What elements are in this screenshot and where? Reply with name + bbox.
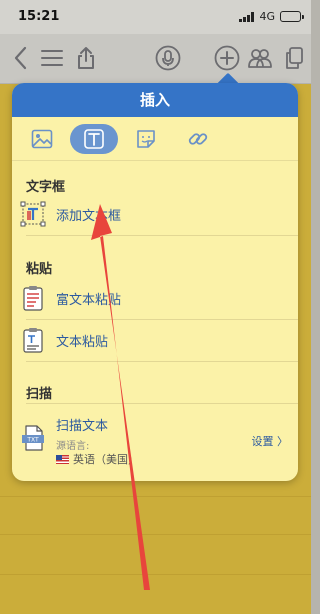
network-type: 4G — [259, 10, 275, 23]
mic-icon[interactable] — [154, 44, 182, 72]
list-icon[interactable] — [38, 44, 66, 72]
text-paste-label: 文本粘贴 — [56, 334, 109, 350]
add-textbox-label: 添加文本框 — [56, 208, 122, 224]
contacts-icon[interactable] — [246, 44, 274, 72]
status-indicators: 4G — [239, 10, 304, 23]
popover-title: 插入 — [12, 83, 298, 117]
divider — [26, 403, 298, 404]
copy-icon[interactable] — [280, 44, 308, 72]
clipboard-text-icon — [20, 327, 46, 353]
language-name: 英语（美国） — [73, 453, 139, 466]
add-textbox-icon — [20, 201, 46, 227]
add-icon[interactable] — [213, 44, 241, 72]
divider — [26, 361, 298, 362]
link-icon[interactable] — [186, 127, 210, 151]
insert-type-tabs — [12, 117, 298, 161]
source-language-value: 英语（美国） — [56, 451, 139, 467]
section-header-scan: 扫描 — [26, 387, 53, 402]
image-icon[interactable] — [30, 127, 54, 151]
sticker-icon[interactable] — [134, 127, 158, 151]
scan-settings-link[interactable]: 设置 〉 — [252, 433, 289, 449]
clipboard-rich-icon — [20, 285, 46, 311]
scan-text-row[interactable]: TXT 扫描文本 源语言: 英语（美国） 设置 〉 — [12, 411, 298, 471]
scan-text-label: 扫描文本 — [56, 419, 109, 434]
text-paste-row[interactable]: 文本粘贴 — [12, 319, 298, 361]
insert-popover: 插入 文字框 添加文本框 粘贴 富文本粘贴 文本粘贴 扫描 TXT 扫描文本 源… — [12, 83, 298, 481]
us-flag-icon — [56, 454, 69, 464]
scan-text-icon: TXT — [20, 425, 46, 451]
textbox-icon[interactable] — [70, 123, 118, 154]
status-bar: 15:21 4G — [0, 0, 311, 34]
status-time: 15:21 — [18, 9, 60, 24]
back-icon[interactable] — [6, 44, 34, 72]
rich-text-paste-label: 富文本粘贴 — [56, 292, 122, 308]
add-textbox-row[interactable]: 添加文本框 — [12, 193, 298, 235]
svg-text:TXT: TXT — [26, 437, 39, 444]
note-toolbar — [0, 34, 311, 84]
rich-text-paste-row[interactable]: 富文本粘贴 — [12, 277, 298, 319]
section-header-paste: 粘贴 — [26, 262, 53, 277]
source-language-label: 源语言: — [56, 441, 90, 452]
divider — [26, 235, 298, 236]
share-icon[interactable] — [72, 44, 100, 72]
battery-icon — [280, 11, 304, 22]
signal-icon — [239, 11, 255, 22]
